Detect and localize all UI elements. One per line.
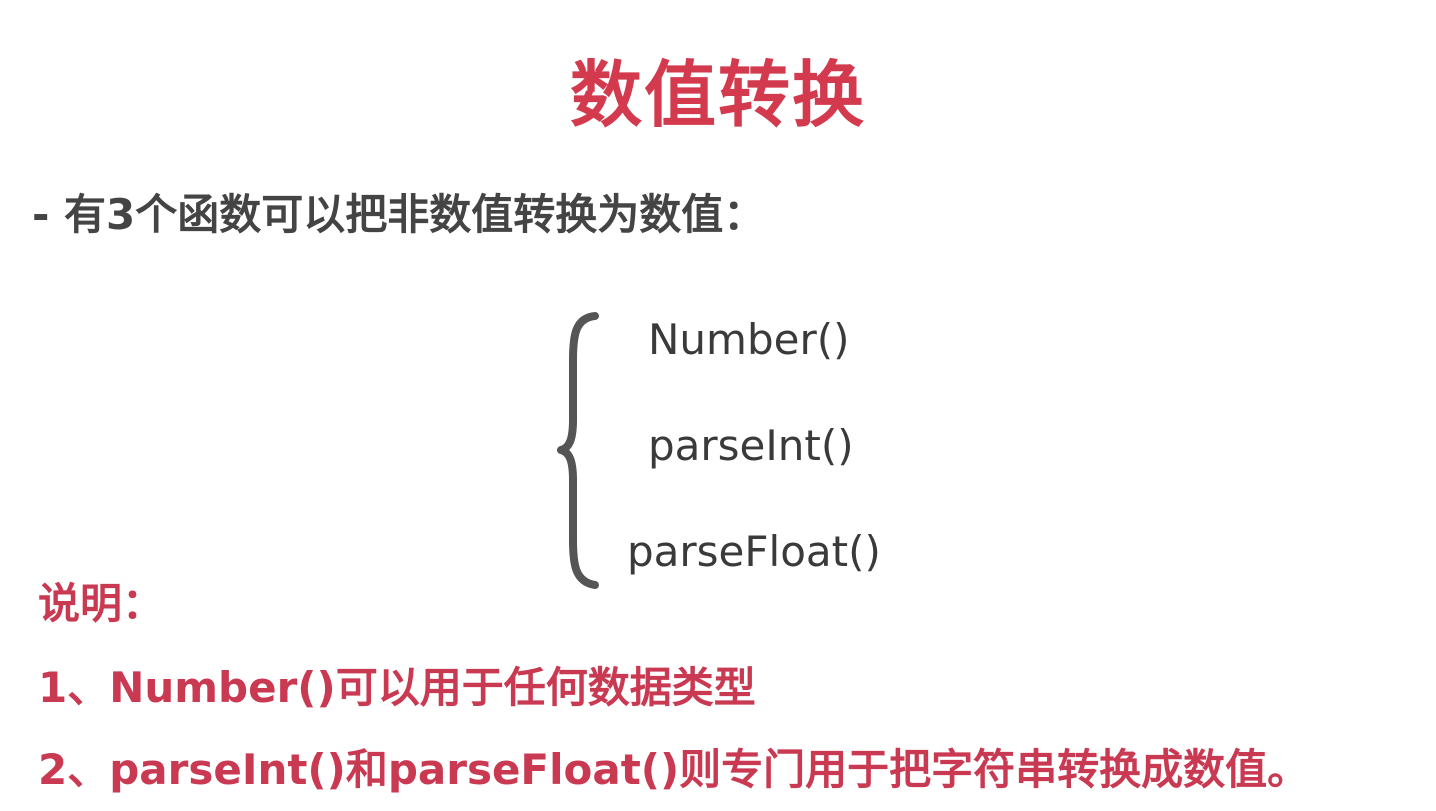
left-curly-brace-icon — [557, 312, 599, 589]
function-number: Number() — [648, 315, 850, 364]
function-parseint: parseInt() — [648, 421, 854, 470]
slide: 数值转换 - 有3个函数可以把非数值转换为数值： Number() parseI… — [0, 0, 1436, 811]
slide-title: 数值转换 — [569, 53, 866, 137]
notes-heading: 说明： — [38, 579, 165, 628]
note-line-2: 2、parseInt()和parseFloat()则专门用于把字符串转换成数值。 — [38, 745, 1310, 794]
note-line-1: 1、Number()可以用于任何数据类型 — [38, 663, 756, 712]
slide-subtitle: - 有3个函数可以把非数值转换为数值： — [32, 190, 766, 239]
function-parsefloat: parseFloat() — [627, 527, 881, 576]
